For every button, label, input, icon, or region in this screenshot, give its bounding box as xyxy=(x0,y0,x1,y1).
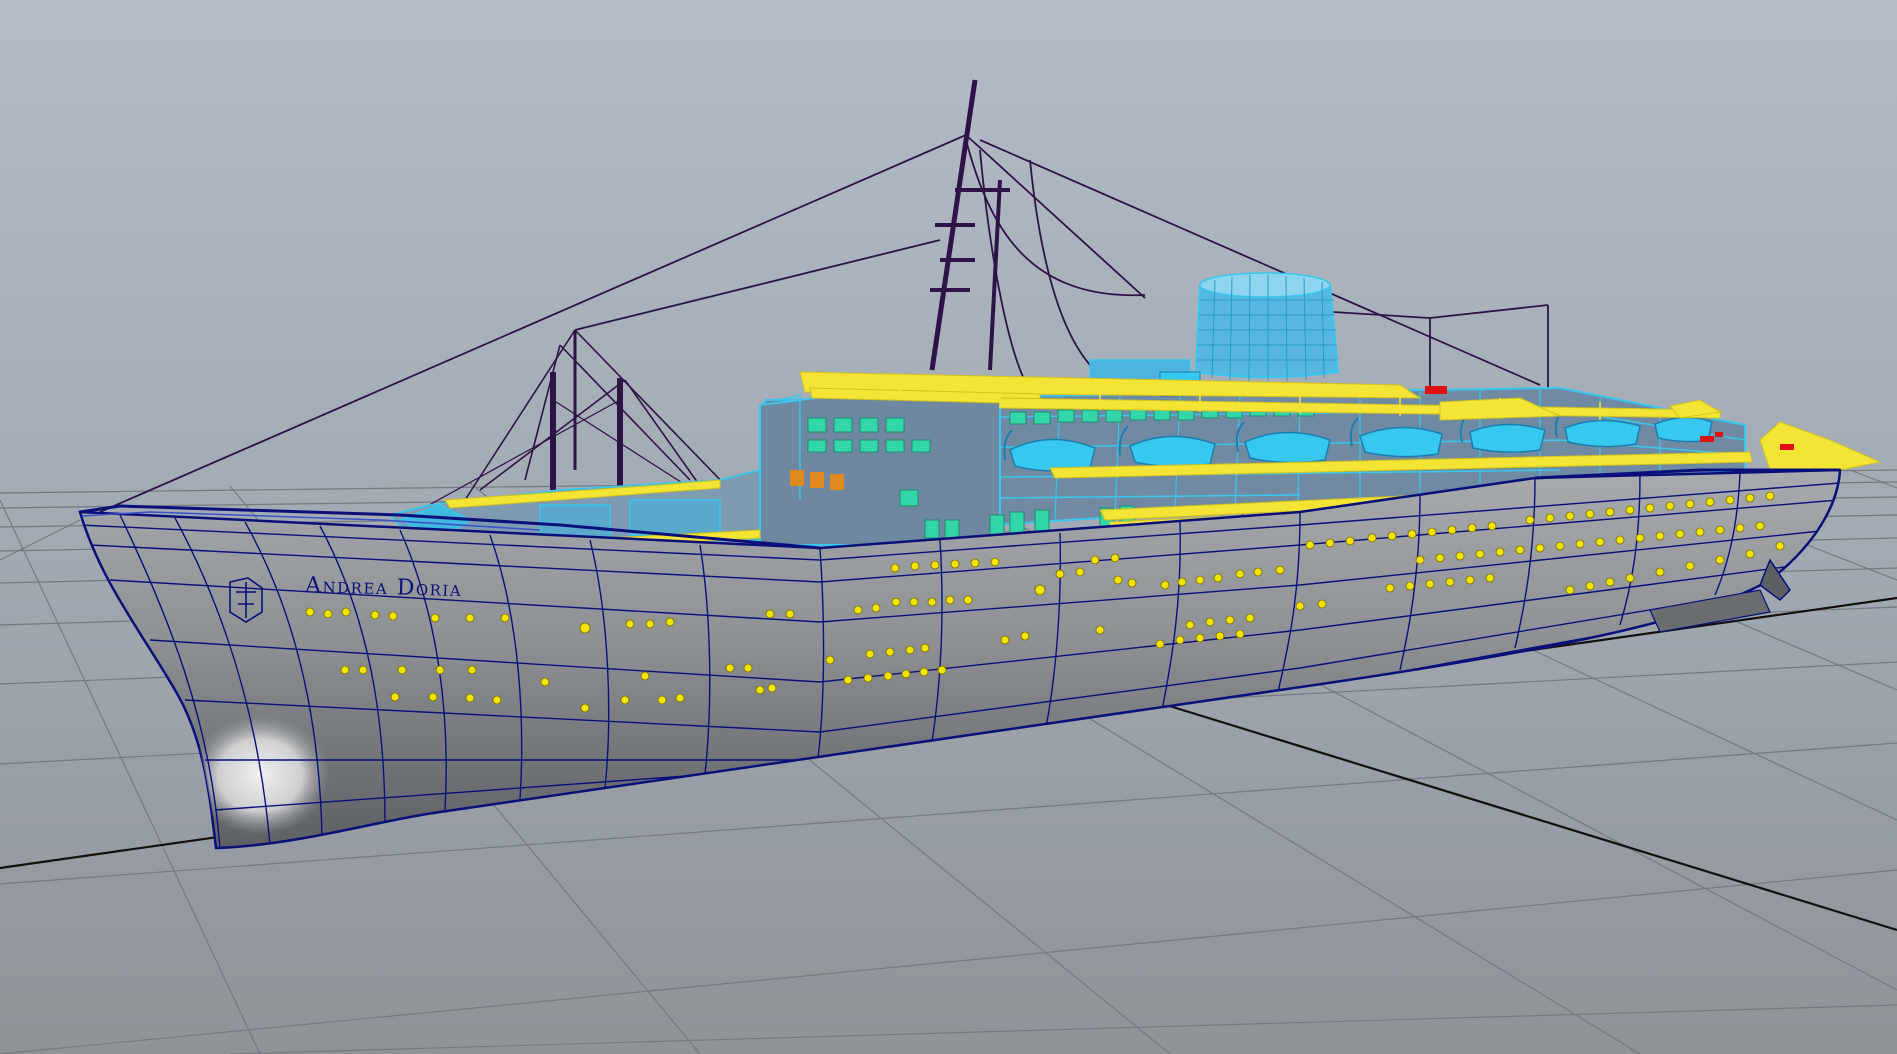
viewport-3d[interactable]: Andrea Doria xyxy=(0,0,1897,1054)
viewport-canvas[interactable]: Andrea Doria xyxy=(0,0,1897,1054)
hull-name-label: Andrea Doria xyxy=(304,573,463,602)
